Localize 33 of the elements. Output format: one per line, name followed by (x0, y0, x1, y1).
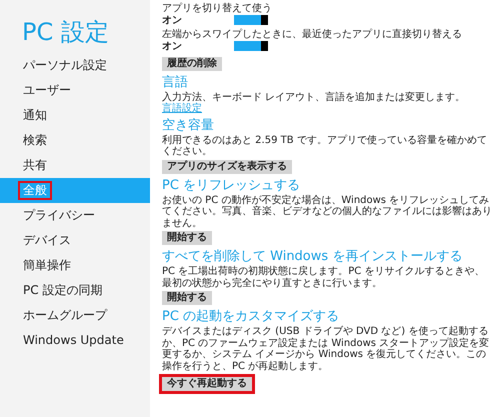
sidebar-item[interactable]: Windows Update (0, 328, 150, 353)
section-heading: すべてを削除して Windows を再インストールする (162, 250, 464, 266)
sidebar-item[interactable]: 共有 (0, 152, 150, 178)
description-text: 入力方法、キーボード レイアウト、言語を追加または変更します。 (162, 92, 466, 103)
section-heading: PC の起動をカスタマイズする (162, 310, 340, 326)
sidebar-item[interactable]: 検索 (0, 128, 150, 153)
sidebar-item[interactable]: 通知 (0, 102, 150, 128)
sidebar-item[interactable]: デバイス (0, 228, 150, 253)
action-button[interactable]: 開始する (162, 231, 212, 246)
sidebar-item[interactable]: 簡単操作 (0, 252, 150, 278)
sidebar-item[interactable]: ホームグループ (0, 302, 150, 328)
action-button[interactable]: 今すぐ再起動する (159, 374, 255, 394)
setting-label: アプリを切り替えて使う (162, 3, 273, 14)
action-button[interactable]: アプリのサイズを表示する (162, 160, 292, 174)
description-text: PC を工場出荷時の初期状態に戻します。PC をリサイクルするときや、最初の状態から完全にやり直すときに行います。 (162, 266, 486, 290)
sidebar-item[interactable]: ユーザー (0, 78, 150, 103)
toggle-switch[interactable] (234, 41, 268, 52)
toggle-switch[interactable] (234, 15, 268, 26)
sidebar-item[interactable]: プライバシー (0, 202, 150, 228)
section-heading: PC をリフレッシュする (162, 178, 302, 194)
sidebar-item[interactable]: パーソナル設定 (0, 52, 150, 78)
sidebar-item[interactable]: PC 設定の同期 (0, 278, 150, 303)
action-button[interactable]: 開始する (162, 291, 212, 306)
toggle-state-text: オン (162, 14, 183, 26)
description-text: 利用できるのはあと 2.59 TB です。アプリで使っている容量を確かめてください。 (162, 134, 488, 158)
toggle-state-text: オン (162, 40, 183, 52)
section-heading: 空き容量 (162, 118, 215, 134)
sidebar-title: PC 設定 (21, 18, 110, 47)
section-heading: 言語 (162, 76, 189, 91)
setting-label: 左端からスワイプしたときに、最近使ったアプリに直接切り替える (162, 29, 463, 40)
description-text: お使いの PC の動作が不安定な場合は、Windows をリフレッシュしてみてください。写真、音楽、ビデオなどの個人的なファイルには影響はありません。 (162, 194, 493, 230)
description-text: デバイスまたはディスク (USB ドライブや DVD など) を使って起動するか、PC のファームウェア設定または Windows スタートアップ設定を変更するか、システム イメージから Windows を復元してください。この操作を行うと、PC が再起動します。 (162, 326, 490, 372)
action-button[interactable]: 履歴の削除 (162, 57, 222, 71)
